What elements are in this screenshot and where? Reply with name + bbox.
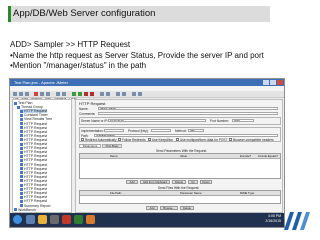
system-clock: 4:05 PM 2/16/2015	[265, 214, 281, 224]
panel-title: HTTP Request	[79, 101, 106, 106]
option-label: Browser-compatible headers	[233, 137, 274, 142]
media-icon[interactable]	[50, 215, 59, 224]
note-line: •Name the http request as Server Status,…	[10, 50, 264, 60]
name-label: Name:	[79, 107, 89, 111]
jmeter-screenshot: Test Plan.jmx - Apache JMeter File Edit Se…	[9, 78, 285, 228]
option-label: Use multipart/form-data for POST	[180, 137, 228, 142]
method-select[interactable]: GET	[188, 129, 204, 132]
close-icon[interactable]	[277, 80, 283, 85]
tree-item-label: WorkBench	[18, 207, 37, 212]
option-label: Redirect Automatically	[85, 137, 117, 142]
slide-title: App/DB/Web Server configuration	[13, 8, 156, 19]
jmeter-taskbar-icon[interactable]	[86, 215, 95, 224]
function-helper-icon[interactable]	[132, 92, 136, 96]
stop-icon[interactable]	[84, 92, 88, 96]
file-browse-button[interactable]: Browse...	[160, 206, 178, 210]
port-label: Port Number:	[210, 119, 229, 123]
new-icon[interactable]	[13, 92, 17, 96]
copy-icon[interactable]	[40, 92, 44, 96]
collapse-icon[interactable]	[62, 92, 66, 96]
add-button[interactable]: Add	[126, 180, 138, 184]
protocol-field[interactable]	[151, 129, 171, 132]
open-icon[interactable]	[19, 92, 23, 96]
parameters-table[interactable]: Name: Value Encode? Include Equals?	[79, 153, 281, 179]
server-label: Server Name or IP:	[81, 119, 109, 123]
server-field[interactable]: 10.20.30.40	[108, 119, 206, 122]
tree-node-icon	[14, 208, 17, 212]
multipart-checkbox[interactable]	[176, 138, 179, 141]
expand-icon[interactable]	[56, 92, 60, 96]
clock-date: 2/16/2015	[265, 219, 281, 223]
implementation-select[interactable]	[104, 129, 124, 132]
help-icon[interactable]	[138, 92, 142, 96]
column-header: Name:	[110, 154, 119, 158]
comments-label: Comments:	[79, 112, 96, 116]
app-icon[interactable]	[74, 215, 83, 224]
down-button[interactable]: Down	[200, 180, 212, 184]
column-header: Encode?	[240, 154, 252, 158]
test-plan-tree[interactable]: Test Plan Thread Group HTTP Request Constan…	[12, 99, 72, 213]
name-field[interactable]: Server Status	[98, 107, 278, 110]
note-line: ADD> Sampler >> HTTP Request	[10, 40, 131, 49]
table-header: File Path: Parameter Name: MIME Type:	[80, 191, 280, 196]
toolbar	[10, 91, 284, 98]
tab-parameters[interactable]: Parameters	[79, 144, 101, 148]
app-icon[interactable]	[62, 215, 71, 224]
company-logo	[284, 212, 310, 230]
files-table[interactable]: File Path: Parameter Name: MIME Type:	[79, 190, 281, 204]
column-header: Include Equals?	[258, 154, 278, 158]
windows-taskbar: 4:05 PM 2/16/2015	[10, 213, 284, 227]
tree-item[interactable]: WorkBench	[14, 208, 36, 212]
browser-headers-checkbox[interactable]	[229, 138, 232, 141]
keepalive-checkbox[interactable]	[148, 138, 151, 141]
column-header: Parameter Name:	[180, 191, 203, 195]
ie-icon[interactable]	[26, 215, 35, 224]
up-button[interactable]: Up	[188, 180, 198, 184]
start-button-icon[interactable]	[13, 215, 22, 224]
file-delete-button[interactable]: Delete	[180, 206, 194, 210]
column-header: MIME Type:	[240, 191, 255, 195]
start-no-pause-icon[interactable]	[78, 92, 82, 96]
delete-button[interactable]: Delete	[172, 180, 186, 184]
save-icon[interactable]	[25, 92, 29, 96]
cut-icon[interactable]	[34, 92, 38, 96]
http-request-panel: HTTP Request Name: Server Status Comment…	[75, 99, 283, 213]
explorer-icon[interactable]	[38, 215, 47, 224]
add-from-clipboard-button[interactable]: Add from Clipboard	[140, 180, 170, 184]
option-label: Use KeepAlive	[152, 137, 173, 142]
column-header: File Path:	[110, 191, 122, 195]
method-label: Method:	[175, 129, 187, 133]
port-field[interactable]: 8080	[232, 119, 254, 122]
search-icon[interactable]	[116, 92, 120, 96]
redirect-checkbox[interactable]	[81, 138, 84, 141]
minimize-icon[interactable]	[263, 80, 269, 85]
option-label: Follow Redirects	[122, 137, 146, 142]
table-header: Name: Value Encode? Include Equals?	[80, 154, 280, 159]
file-add-button[interactable]: Add	[146, 206, 158, 210]
protocol-label: Protocol [http]:	[128, 129, 149, 133]
paste-icon[interactable]	[46, 92, 50, 96]
implementation-label: Implementation:	[81, 129, 104, 133]
clear-icon[interactable]	[100, 92, 104, 96]
instruction-notes: ADD> Sampler >> HTTP Request •Name the h…	[10, 40, 264, 72]
shutdown-icon[interactable]	[90, 92, 94, 96]
maximize-icon[interactable]	[270, 80, 276, 85]
tab-post-body[interactable]: Post Body	[102, 144, 122, 148]
reset-search-icon[interactable]	[122, 92, 126, 96]
window-titlebar: Test Plan.jmx - Apache JMeter	[10, 79, 284, 86]
follow-redirects-checkbox[interactable]	[118, 138, 121, 141]
column-header: Value	[180, 154, 187, 158]
comments-field[interactable]	[98, 112, 278, 115]
note-line: •Mention "/manager/status" in the path	[10, 61, 147, 70]
clear-all-icon[interactable]	[106, 92, 110, 96]
window-title: Test Plan.jmx - Apache JMeter	[14, 80, 69, 85]
start-icon[interactable]	[72, 92, 76, 96]
